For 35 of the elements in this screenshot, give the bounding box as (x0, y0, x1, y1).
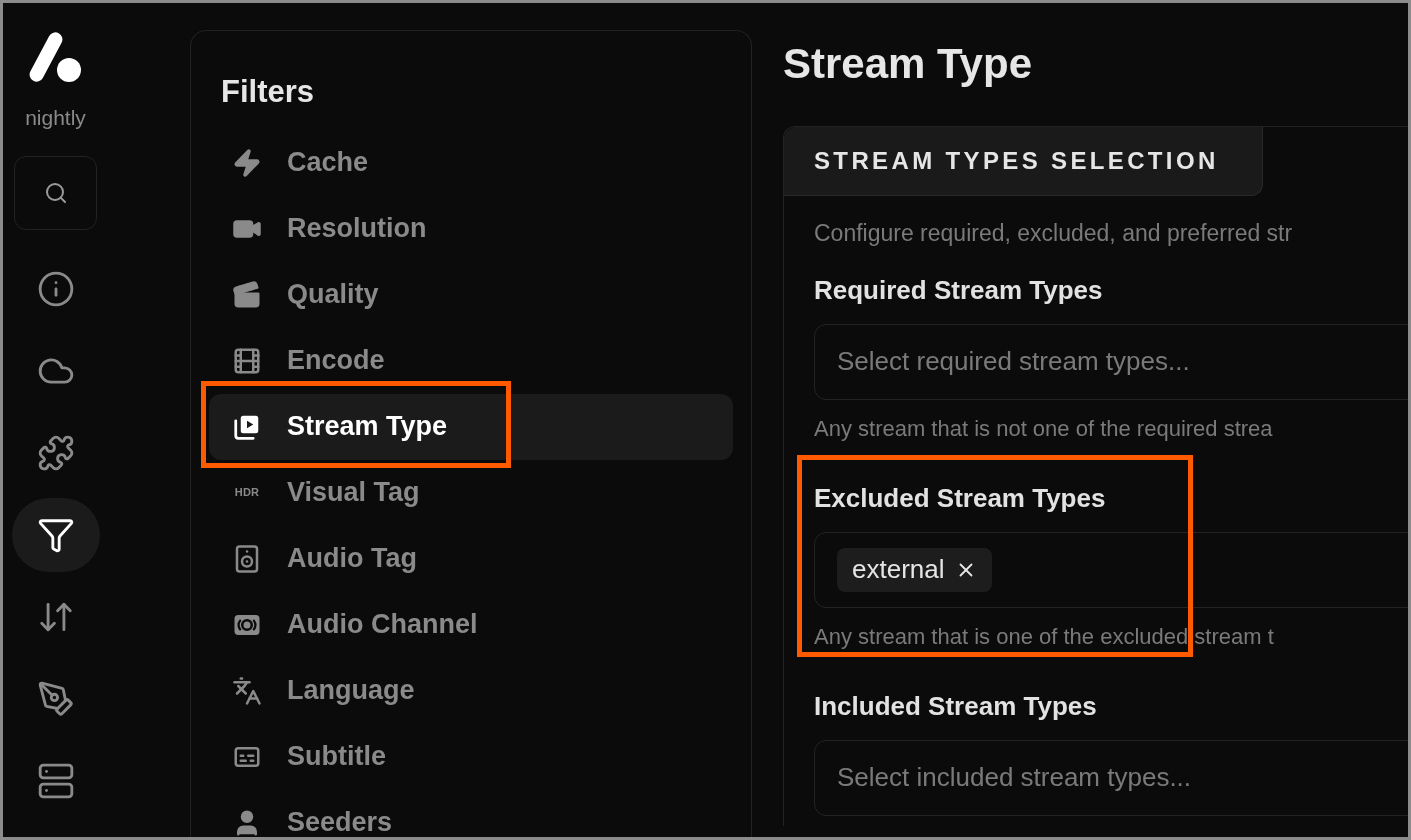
field-label: Excluded Stream Types (814, 481, 1107, 515)
field-label: Required Stream Types (814, 273, 1104, 307)
filter-item[interactable]: Seeders (209, 789, 733, 837)
app-logo[interactable] (28, 30, 83, 84)
pen-nib-icon (36, 679, 75, 718)
help-text: Any stream that is one of the excluded stream t (814, 622, 1274, 651)
filter-item[interactable]: HDR Visual Tag (209, 459, 733, 526)
filter-item[interactable]: Resolution (209, 195, 733, 262)
clapperboard-icon (232, 279, 262, 310)
filter-item[interactable]: Encode (209, 327, 733, 394)
section-tab[interactable]: STREAM TYPES SELECTION (784, 127, 1263, 196)
app-name: nightly (25, 105, 86, 131)
info-icon (36, 269, 75, 308)
filter-item[interactable]: Language (209, 657, 733, 724)
panel-title: Filters (220, 73, 316, 111)
page-title: Stream Type (783, 43, 1033, 85)
server-icon (36, 761, 75, 800)
filter-item[interactable]: Audio Tag (209, 525, 733, 592)
filter-item[interactable]: Audio Channel (209, 591, 733, 658)
filter-item[interactable]: Stream Type (209, 393, 733, 460)
hdr-icon: HDR (234, 484, 260, 501)
field-label: Included Stream Types (814, 689, 1098, 723)
translate-icon (232, 675, 262, 706)
select-field[interactable]: Select required stream types... (814, 323, 1408, 400)
lightning-icon (232, 147, 262, 178)
tag-chip: external (837, 547, 992, 592)
card-description: Configure required, excluded, and preferred str (814, 219, 1294, 248)
search-icon (43, 180, 68, 205)
filter-item[interactable]: Subtitle (209, 723, 733, 790)
filter-item[interactable]: Quality (209, 261, 733, 328)
puzzle-icon (36, 433, 75, 472)
filter-item[interactable]: Cache (209, 129, 733, 196)
select-field[interactable]: external (814, 531, 1408, 608)
help-text: Any stream that is not one of the required strea (814, 414, 1273, 443)
select-field[interactable]: Select included stream types... (814, 739, 1408, 816)
